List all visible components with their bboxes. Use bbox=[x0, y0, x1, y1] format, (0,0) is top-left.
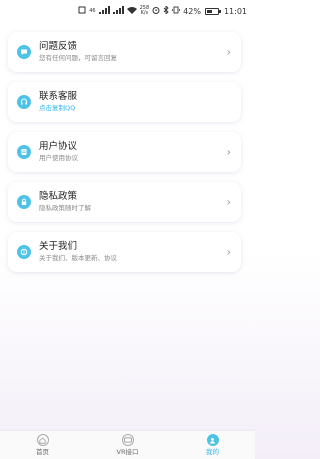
menu-subtitle: 关于我们、版本更新、协议 bbox=[39, 254, 117, 262]
feedback-icon bbox=[17, 45, 31, 59]
privacy-lock-icon bbox=[17, 195, 31, 209]
chevron-right-icon: › bbox=[226, 195, 231, 209]
signal-icon bbox=[98, 6, 110, 16]
menu-item-feedback[interactable]: 问题反馈 您有任何问题，可留言回复 › bbox=[8, 32, 241, 72]
signal-label: 46 bbox=[89, 8, 96, 14]
menu-title: 联系客服 bbox=[39, 91, 78, 102]
agreement-icon bbox=[17, 145, 31, 159]
customer-service-icon bbox=[17, 95, 31, 109]
wifi-icon bbox=[126, 6, 137, 16]
bluetooth-icon bbox=[163, 4, 169, 16]
vr-icon bbox=[121, 434, 134, 446]
menu-title: 问题反馈 bbox=[39, 41, 78, 52]
status-bar: 46 258 K/s 42% 11:01 bbox=[0, 0, 255, 22]
menu-item-customer-service[interactable]: 联系客服 点击复制QQ bbox=[8, 82, 241, 122]
tab-vr[interactable]: VR接口 bbox=[98, 434, 158, 456]
speed-unit: K/s bbox=[140, 10, 149, 16]
settings-menu: 问题反馈 您有任何问题，可留言回复 › 联系客服 点击复制QQ 用户协议 用户使… bbox=[8, 32, 241, 282]
tab-home[interactable]: 首页 bbox=[13, 434, 73, 456]
alarm-icon bbox=[152, 6, 160, 16]
copy-qq-link[interactable]: 点击复制QQ bbox=[39, 103, 77, 113]
tab-label: 我的 bbox=[206, 448, 219, 456]
vibrate-icon bbox=[172, 6, 181, 16]
menu-title: 关于我们 bbox=[39, 241, 78, 252]
sim-icon bbox=[78, 6, 86, 16]
signal-icon-2 bbox=[112, 6, 124, 16]
menu-item-about-us[interactable]: 关于我们 关于我们、版本更新、协议 › bbox=[8, 232, 241, 272]
tab-label: VR接口 bbox=[116, 448, 139, 456]
about-icon bbox=[17, 245, 31, 259]
tab-label: 首页 bbox=[36, 448, 49, 456]
menu-title: 隐私政策 bbox=[39, 191, 78, 202]
chevron-right-icon: › bbox=[226, 245, 231, 259]
battery-percent: 42% bbox=[183, 6, 201, 16]
clock: 11:01 bbox=[223, 6, 247, 16]
chevron-right-icon: › bbox=[226, 145, 231, 159]
chevron-right-icon: › bbox=[226, 45, 231, 59]
menu-title: 用户协议 bbox=[39, 141, 78, 152]
menu-item-user-agreement[interactable]: 用户协议 用户使用协议 › bbox=[8, 132, 241, 172]
battery-icon bbox=[204, 7, 221, 15]
bottom-tab-bar: 首页 VR接口 我的 bbox=[0, 430, 255, 459]
network-speed: 258 K/s bbox=[140, 6, 150, 16]
menu-subtitle: 用户使用协议 bbox=[39, 154, 78, 162]
tab-profile[interactable]: 我的 bbox=[183, 434, 243, 456]
menu-subtitle: 隐私政策随时了解 bbox=[39, 204, 91, 212]
profile-icon bbox=[206, 434, 219, 446]
home-icon bbox=[36, 434, 49, 446]
menu-subtitle: 您有任何问题，可留言回复 bbox=[39, 54, 117, 62]
menu-item-privacy-policy[interactable]: 隐私政策 隐私政策随时了解 › bbox=[8, 182, 241, 222]
